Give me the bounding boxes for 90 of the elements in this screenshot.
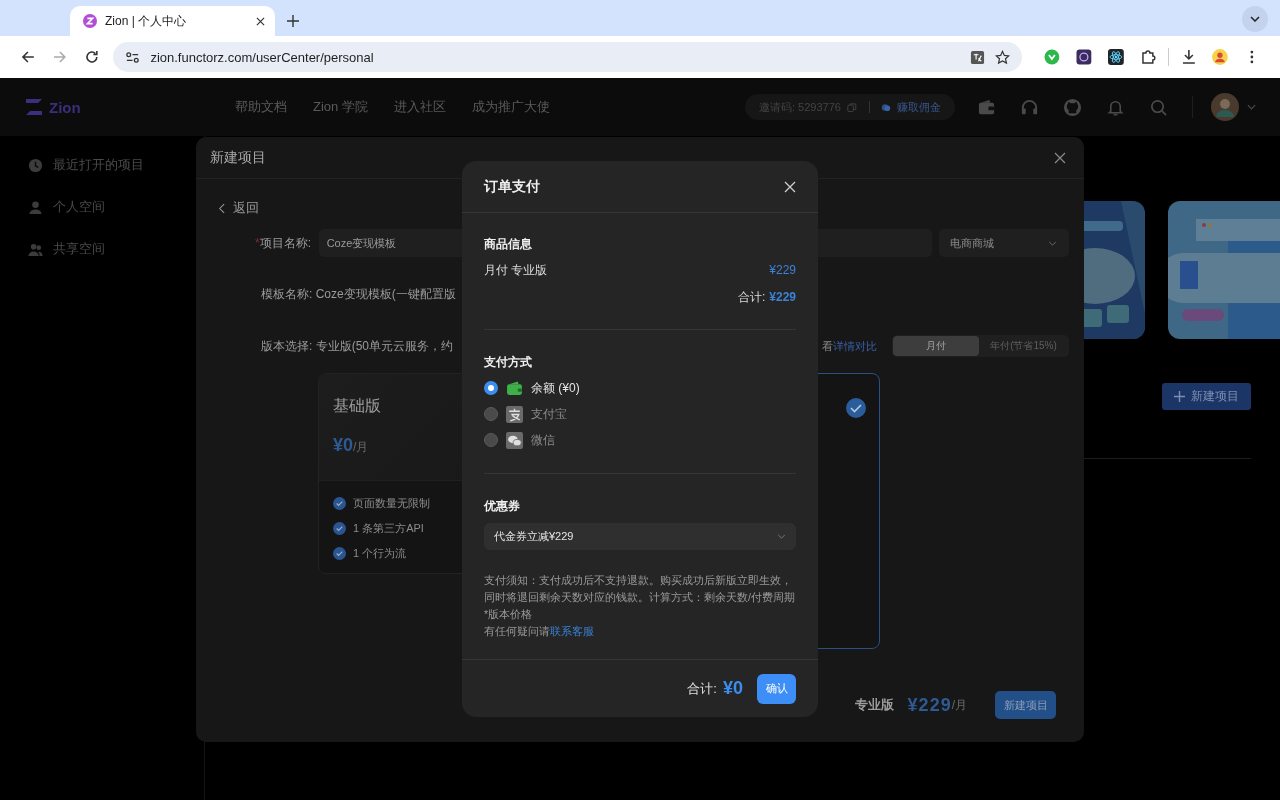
chevron-down-icon xyxy=(1048,240,1057,246)
sidebar-item[interactable]: 最近打开的项目 xyxy=(0,144,196,186)
compare-link[interactable]: 详情对比 xyxy=(833,339,877,352)
billing-option[interactable]: 月付 xyxy=(893,336,979,356)
chevron-left-icon xyxy=(218,202,225,214)
translate-icon[interactable] xyxy=(970,49,986,65)
radio-button[interactable] xyxy=(484,381,498,395)
subtotal-label: 合计: xyxy=(737,289,766,306)
new-tab-icon[interactable] xyxy=(287,15,299,27)
reload-icon[interactable] xyxy=(83,49,100,65)
category-select[interactable]: 电商商城 xyxy=(939,229,1069,257)
caret-icon xyxy=(1250,16,1260,22)
wallet-icon[interactable] xyxy=(977,97,996,117)
check-circle-icon xyxy=(333,547,346,560)
section-heading: 优惠券 xyxy=(484,498,521,515)
dialog-title: 订单支付 xyxy=(484,177,540,196)
payment-option[interactable]: 微信 xyxy=(484,427,555,453)
address-bar[interactable]: zion.functorz.com/userCenter/personal xyxy=(113,42,1023,72)
check-circle-icon xyxy=(846,398,866,418)
app-logo-icon xyxy=(83,14,97,28)
confirm-button[interactable]: 确认 xyxy=(757,673,796,704)
check-circle-icon xyxy=(333,497,346,510)
nav-link[interactable]: Zion 学院 xyxy=(313,98,368,116)
template-name-text: 模板名称: Coze变现模板(一键配置版 xyxy=(261,286,456,303)
coin-icon xyxy=(881,101,891,113)
sidebar-item[interactable]: 个人空间 xyxy=(0,186,196,228)
square-badge-icon[interactable] xyxy=(1076,49,1092,65)
total-label: 合计: xyxy=(687,679,717,698)
nav-link[interactable]: 帮助文档 xyxy=(235,98,287,116)
price-unit: /月 xyxy=(951,696,967,714)
dialog-title: 新建项目 xyxy=(210,148,266,167)
payment-option[interactable]: 支付宝 xyxy=(484,401,567,427)
check-circle-icon xyxy=(333,522,346,535)
nav-link[interactable]: 成为推广大使 xyxy=(471,98,550,116)
create-project-button[interactable]: 新建项目 xyxy=(995,691,1056,719)
close-icon[interactable] xyxy=(256,16,265,26)
chat-bubbles-icon xyxy=(506,431,523,449)
required-mark: * xyxy=(255,236,260,250)
radio-button[interactable] xyxy=(484,407,498,421)
product-name: 月付 专业版 xyxy=(484,262,548,279)
contact-support-link[interactable]: 联系客服 xyxy=(550,625,594,637)
back-icon[interactable] xyxy=(20,49,36,65)
feature-text: 1 条第三方API xyxy=(353,521,424,536)
star-icon[interactable] xyxy=(995,49,1011,65)
search-icon[interactable] xyxy=(1149,97,1168,117)
profile-avatar[interactable] xyxy=(1212,49,1229,65)
section-heading: 支付方式 xyxy=(484,354,533,371)
plan-price: ¥0 xyxy=(333,435,354,455)
help-text: 有任何疑问请联系客服 xyxy=(484,624,595,639)
compare-text: 看详情对比 xyxy=(822,338,877,354)
feature-text: 页面数量无限制 xyxy=(353,496,430,511)
wallet-icon xyxy=(506,379,523,397)
close-icon[interactable] xyxy=(1054,151,1066,164)
plan-name: 基础版 xyxy=(333,396,381,416)
check-badge-icon[interactable] xyxy=(1044,49,1061,65)
logo-text[interactable]: Zion xyxy=(49,98,81,116)
clock-icon xyxy=(28,157,43,173)
field-label: 项目名称: xyxy=(259,234,312,252)
plus-icon xyxy=(1174,391,1185,402)
nav-link[interactable]: 进入社区 xyxy=(393,98,446,116)
site-settings-icon[interactable] xyxy=(125,49,141,65)
plan-price: ¥229 xyxy=(907,694,952,716)
chevron-down-icon xyxy=(777,534,786,539)
person-icon xyxy=(28,199,43,215)
download-icon[interactable] xyxy=(1180,49,1197,65)
version-text: 版本选择: 专业版(50单元云服务，约 xyxy=(261,337,453,355)
new-project-button[interactable]: 新建项目 xyxy=(1162,383,1251,410)
people-icon xyxy=(28,241,43,257)
atom-icon[interactable] xyxy=(1107,49,1124,65)
tab-search-button[interactable] xyxy=(1242,6,1268,32)
cat-logo-icon[interactable] xyxy=(1063,97,1082,117)
sidebar-item[interactable]: 共享空间 xyxy=(0,228,196,270)
product-price: ¥229 xyxy=(769,262,796,279)
feature-text: 1 个行为流 xyxy=(353,546,407,561)
total-amount: ¥0 xyxy=(722,678,743,699)
pay-logo-icon xyxy=(506,405,523,423)
user-avatar[interactable] xyxy=(1211,93,1239,121)
section-heading: 商品信息 xyxy=(484,236,533,253)
payment-option[interactable]: 余额 (¥0) xyxy=(484,375,580,401)
plan-name: 专业版 xyxy=(854,696,894,714)
headphones-icon[interactable] xyxy=(1020,97,1039,117)
coupon-select[interactable]: 代金券立减¥229 xyxy=(484,523,796,550)
subtotal-amount: ¥229 xyxy=(769,289,796,306)
price-unit: /月 xyxy=(353,440,369,454)
puzzle-icon[interactable] xyxy=(1139,49,1156,65)
browser-tab[interactable]: Zion | 个人中心 xyxy=(70,6,275,36)
radio-button[interactable] xyxy=(484,433,498,447)
payment-notice: 支付须知：支付成功后不支持退款。购买成功后新版立即生效，同时将退回剩余天数对应的钱款。计算方式：剩余天数/付费周期*版本价格 xyxy=(484,573,796,622)
back-link[interactable]: 返回 xyxy=(218,200,259,216)
earn-commission-link[interactable]: 赚取佣金 xyxy=(897,99,941,115)
